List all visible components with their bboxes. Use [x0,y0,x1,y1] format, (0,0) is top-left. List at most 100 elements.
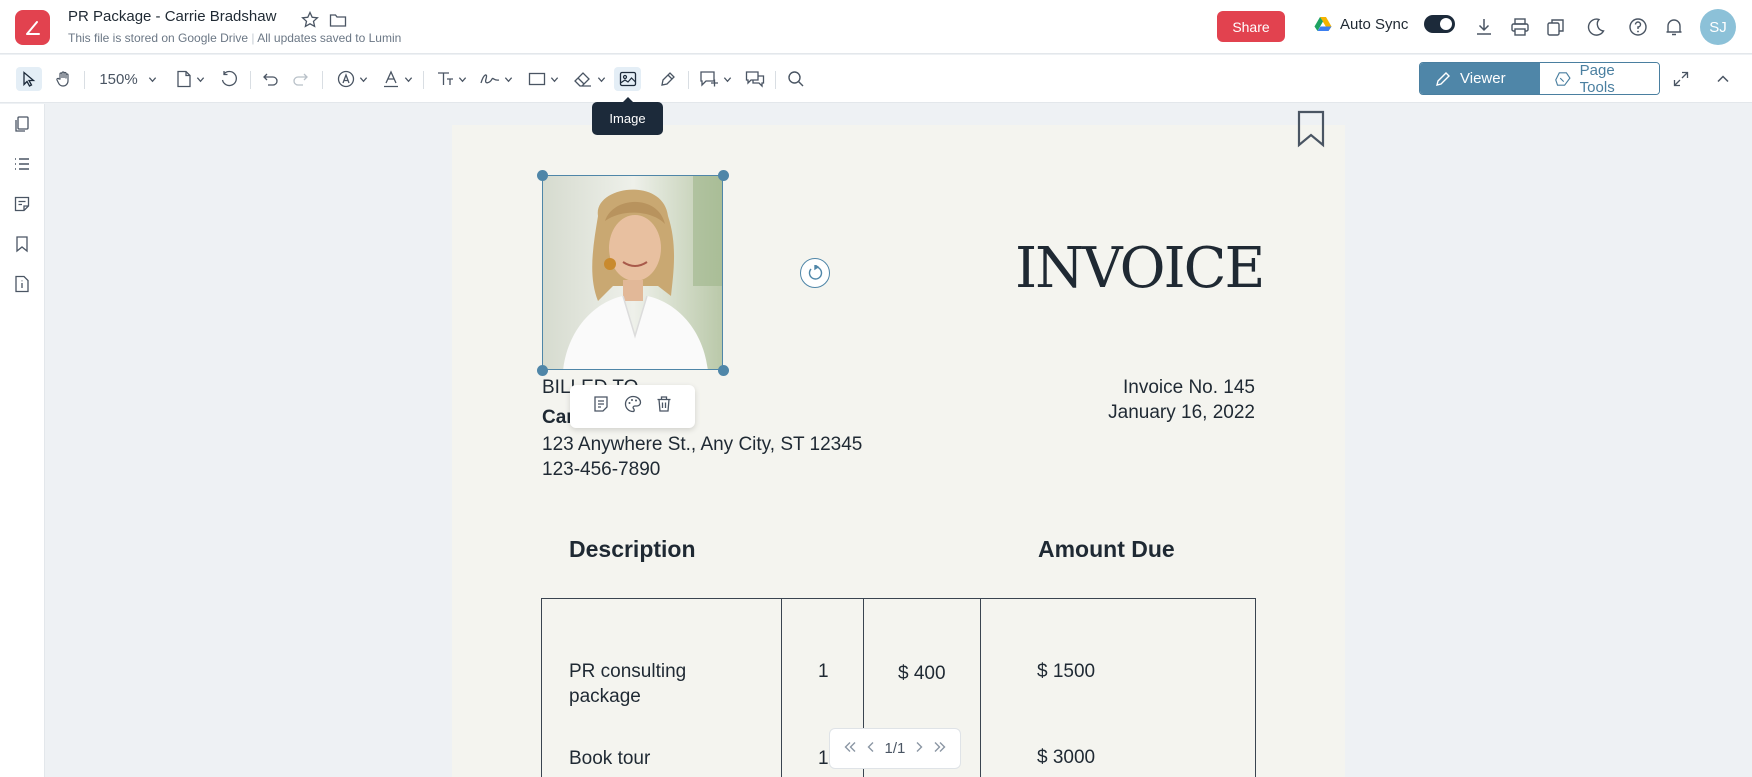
row1-description-line2: package [569,686,641,707]
undo-icon [263,73,278,86]
page-tools-button[interactable]: Page Tools [1540,63,1659,94]
client-phone: 123-456-7890 [542,459,661,480]
share-button[interactable]: Share [1217,11,1285,42]
outline-icon[interactable] [12,154,32,174]
page-navigator: 1/1 [829,728,961,769]
cursor-icon [23,71,36,87]
draw-tool[interactable] [656,67,680,91]
bookmarks-icon[interactable] [12,234,32,254]
page-tools-icon [1555,71,1571,86]
next-page-icon[interactable] [914,740,924,758]
signature-tool[interactable] [478,67,514,91]
pen-icon [661,72,675,86]
undo-button[interactable] [259,67,281,91]
resize-handle-bottom-right[interactable] [718,365,729,376]
invoice-date: January 16, 2022 [1108,402,1255,423]
annotations-icon[interactable] [12,194,32,214]
stamp-tool[interactable] [334,67,370,91]
portrait-photo [543,176,722,369]
zoom-level: 150% [99,70,138,88]
chevron-down-icon [504,76,512,82]
hand-icon [56,71,69,87]
search-button[interactable] [784,67,808,91]
page-bookmark-icon[interactable] [1296,110,1326,153]
toolbar-divider [84,71,85,89]
resize-handle-top-left[interactable] [537,170,548,181]
client-address: 123 Anywhere St., Any City, ST 12345 [542,434,863,455]
move-folder-icon[interactable] [328,10,348,30]
download-icon[interactable] [1474,17,1494,37]
selected-image[interactable] [542,175,723,370]
row2-amount: $ 3000 [1037,747,1096,768]
first-page-icon[interactable] [843,740,857,758]
search-icon [788,71,804,87]
previous-page-icon[interactable] [866,740,876,758]
viewer-mode-label: Viewer [1460,70,1506,87]
comment-add-tool[interactable] [697,67,733,91]
text-tool[interactable] [433,67,469,91]
eraser-tool[interactable] [571,67,607,91]
redo-button[interactable] [290,67,312,91]
chevron-down-icon [550,76,558,82]
comments-panel-button[interactable] [743,67,767,91]
user-avatar[interactable]: SJ [1700,9,1736,45]
page-tools-label: Page Tools [1579,62,1615,95]
chevron-down-icon [148,76,156,82]
text-color-icon [383,70,398,88]
document-title[interactable]: PR Package - Carrie Bradshaw [68,8,276,25]
copy-icon[interactable] [1546,17,1566,37]
text-color-tool[interactable] [380,67,414,91]
hand-tool[interactable] [52,67,76,91]
trash-icon[interactable] [655,395,673,418]
dark-mode-icon[interactable] [1586,17,1606,37]
resize-handle-top-right[interactable] [718,170,729,181]
toolbar-divider [423,71,424,89]
rotate-icon [808,265,823,280]
save-status: All updates saved to Lumin [257,31,402,45]
chevron-down-icon [458,76,466,82]
document-subtitle: This file is stored on Google Drive | Al… [68,31,401,45]
image-tooltip: Image [592,97,663,135]
invoice-heading: INVOICE [1015,236,1265,301]
collapse-toolbar-button[interactable] [1710,67,1736,91]
shape-tool[interactable] [525,67,561,91]
auto-sync: Auto Sync [1314,15,1456,33]
row1-description-line1: PR consulting [569,661,687,682]
row1-amount: $ 1500 [1037,661,1096,682]
image-tool[interactable] [614,67,641,91]
rotate-tool[interactable] [218,67,240,91]
lumin-logo[interactable] [15,10,50,45]
note-icon[interactable] [592,395,610,418]
fullscreen-button[interactable] [1668,67,1694,91]
thumbnails-icon[interactable] [12,114,32,134]
chevron-down-icon [196,76,204,82]
page-tool[interactable] [172,67,208,91]
rotate-handle[interactable] [800,258,830,288]
google-drive-icon [1314,17,1332,31]
comments-icon [745,71,765,88]
print-icon[interactable] [1510,17,1530,37]
last-page-icon[interactable] [933,740,947,758]
page-icon [176,70,191,88]
row1-qty: 1 [818,661,829,682]
help-icon[interactable] [1628,17,1648,37]
zoom-dropdown[interactable]: 150% [98,67,158,91]
row2-description: Book tour [569,748,651,769]
page-indicator[interactable]: 1/1 [885,740,906,757]
file-info-icon[interactable] [12,274,32,294]
description-column-header: Description [569,536,696,562]
rotate-icon [221,70,237,87]
auto-sync-toggle[interactable] [1424,15,1456,33]
chevron-down-icon [359,76,367,82]
viewer-mode-button[interactable]: Viewer [1420,63,1540,94]
star-icon[interactable] [300,10,320,30]
notification-bell-icon[interactable] [1664,17,1684,37]
mode-switcher: Viewer Page Tools [1419,62,1660,95]
palette-icon[interactable] [624,395,642,418]
left-sidebar [0,104,45,777]
resize-handle-bottom-left[interactable] [537,365,548,376]
storage-note[interactable]: This file is stored on Google Drive [68,31,248,45]
chevron-down-icon [597,76,605,82]
select-tool[interactable] [16,67,42,91]
rectangle-icon [528,72,545,86]
